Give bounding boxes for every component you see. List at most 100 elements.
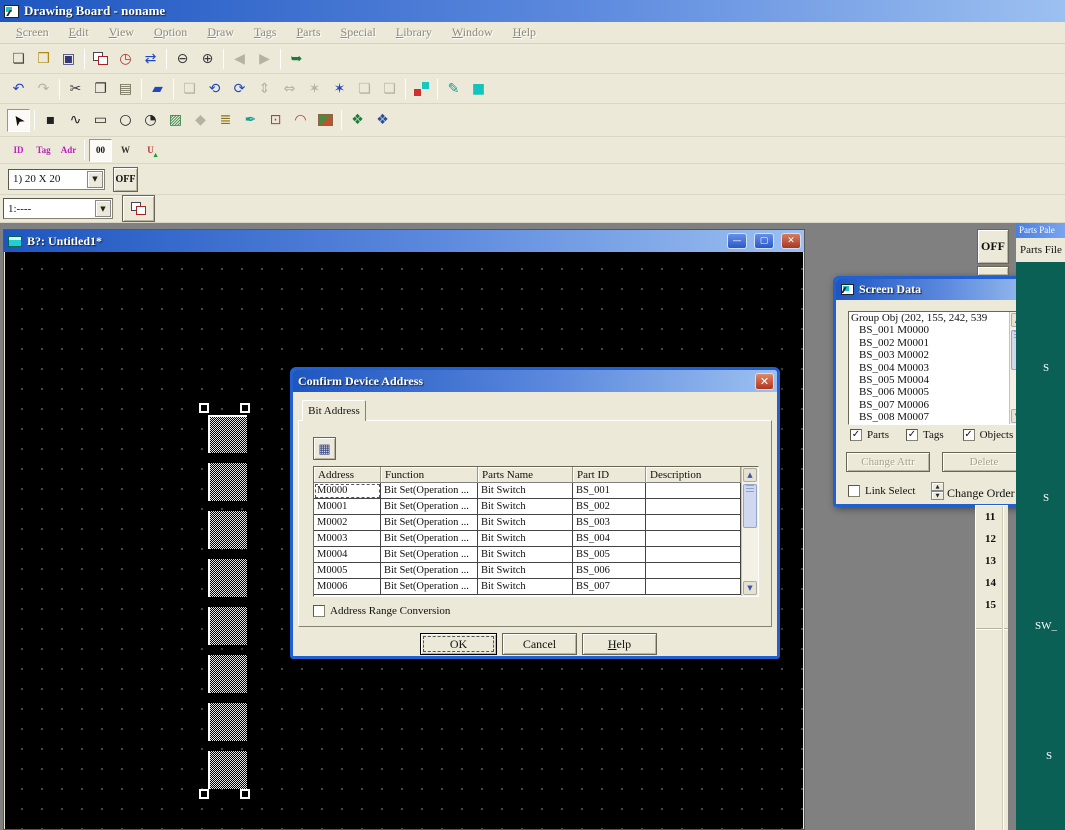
bit-switch-part[interactable] bbox=[208, 511, 247, 549]
rotate-right-icon[interactable]: ⟳ bbox=[228, 77, 251, 100]
parts-palette-titlebar[interactable]: Parts Pale bbox=[1016, 223, 1065, 238]
cell-function[interactable]: Bit Set(Operation ... bbox=[381, 547, 478, 563]
scale-icon[interactable]: ≣ bbox=[214, 109, 237, 132]
transfer-icon[interactable]: ⇄ bbox=[139, 47, 162, 70]
table-row[interactable]: M0001Bit Set(Operation ...Bit SwitchBS_0… bbox=[314, 499, 758, 515]
bit-switch-part[interactable] bbox=[208, 607, 247, 645]
cell-description[interactable] bbox=[646, 531, 741, 547]
grid-size-select[interactable]: 1) 20 X 20 ▼ bbox=[8, 169, 105, 190]
menu-option[interactable]: Option bbox=[144, 23, 197, 42]
screen-data-item[interactable]: BS_003 M0002 bbox=[849, 349, 1025, 361]
spin-down-icon[interactable]: ▼ bbox=[931, 491, 944, 500]
window-mark-icon[interactable]: W bbox=[114, 139, 137, 162]
flip-vertical-icon[interactable]: ⇕ bbox=[253, 77, 276, 100]
filter-objects[interactable]: ✓Objects bbox=[963, 429, 1014, 441]
menu-special[interactable]: Special bbox=[331, 23, 386, 42]
tab-bit-address[interactable]: Bit Address bbox=[302, 400, 366, 421]
screen-data-item[interactable]: BS_001 M0000 bbox=[849, 324, 1025, 336]
snap-icon[interactable] bbox=[410, 77, 433, 100]
alarm-clock-icon[interactable]: ◷ bbox=[114, 47, 137, 70]
dot-icon[interactable]: ▪ bbox=[39, 109, 62, 132]
adr-badge-icon[interactable]: Adr bbox=[57, 139, 80, 162]
shrink-icon[interactable]: ✶ bbox=[303, 77, 326, 100]
pie-icon[interactable]: ◔ bbox=[139, 109, 162, 132]
bit-switch-part[interactable] bbox=[208, 703, 247, 741]
cell-part_id[interactable]: BS_001 bbox=[573, 483, 646, 499]
bit-switch-part[interactable] bbox=[208, 463, 247, 501]
cell-address[interactable]: M0006 bbox=[314, 579, 381, 595]
part-place-icon[interactable]: ⊡ bbox=[264, 109, 287, 132]
column-header-description[interactable]: Description bbox=[646, 467, 741, 483]
paste-icon[interactable]: ▤ bbox=[114, 77, 137, 100]
screen-data-item[interactable]: BS_002 M0001 bbox=[849, 337, 1025, 349]
filter-parts[interactable]: ✓Parts bbox=[850, 429, 889, 441]
redo-icon[interactable]: ↷ bbox=[32, 77, 55, 100]
save-icon[interactable]: ▣ bbox=[57, 47, 80, 70]
close-icon[interactable]: ✕ bbox=[755, 373, 774, 390]
polyline-icon[interactable]: ∿ bbox=[64, 109, 87, 132]
draw-check-icon[interactable]: ✎ bbox=[442, 77, 465, 100]
menu-view[interactable]: View bbox=[99, 23, 144, 42]
cell-description[interactable] bbox=[646, 499, 741, 515]
new-icon[interactable]: ❏ bbox=[7, 47, 30, 70]
cell-function[interactable]: Bit Set(Operation ... bbox=[381, 531, 478, 547]
checkbox-tags[interactable]: ✓ bbox=[906, 429, 918, 441]
eraser-icon[interactable]: ▰ bbox=[146, 77, 169, 100]
bit-switch-part[interactable] bbox=[208, 751, 247, 789]
cell-description[interactable] bbox=[646, 579, 741, 595]
cell-parts_name[interactable]: Bit Switch bbox=[478, 483, 573, 499]
expand-icon[interactable]: ✶ bbox=[328, 77, 351, 100]
cell-part_id[interactable]: BS_003 bbox=[573, 515, 646, 531]
table-row[interactable]: M0004Bit Set(Operation ...Bit SwitchBS_0… bbox=[314, 547, 758, 563]
up-mark-icon[interactable]: U▲ bbox=[139, 139, 162, 162]
cell-description[interactable] bbox=[646, 483, 741, 499]
link-select-option[interactable]: Link Select bbox=[848, 485, 915, 497]
keypad-button[interactable]: ▦ bbox=[313, 437, 336, 460]
cell-description[interactable] bbox=[646, 563, 741, 579]
screen-data-list[interactable]: Group Obj (202, 155, 242, 539BS_001 M000… bbox=[848, 311, 1026, 425]
screen-select[interactable]: 1:---- ▼ bbox=[3, 198, 113, 219]
scroll-down-icon[interactable]: ▼ bbox=[743, 581, 757, 595]
rotate-left-icon[interactable]: ⟲ bbox=[203, 77, 226, 100]
parts-palette-preview[interactable]: S S SW_ S bbox=[1016, 262, 1065, 830]
change-attr-button[interactable]: Change Attr bbox=[846, 452, 930, 472]
menu-screen[interactable]: Screen bbox=[6, 23, 59, 42]
arc-icon[interactable]: ◠ bbox=[289, 109, 312, 132]
cell-parts_name[interactable]: Bit Switch bbox=[478, 499, 573, 515]
table-row[interactable]: M0005Bit Set(Operation ...Bit SwitchBS_0… bbox=[314, 563, 758, 579]
filter-tags[interactable]: ✓Tags bbox=[906, 429, 944, 441]
dialog-titlebar[interactable]: Confirm Device Address ✕ bbox=[293, 370, 777, 392]
library-3d-2-icon[interactable]: ❖ bbox=[371, 109, 394, 132]
menu-tags[interactable]: Tags bbox=[244, 23, 287, 42]
id-badge-icon[interactable]: ID bbox=[7, 139, 30, 162]
minimize-button[interactable]: — bbox=[727, 233, 747, 249]
column-header-function[interactable]: Function bbox=[381, 467, 478, 483]
ellipse-icon[interactable]: ○ bbox=[114, 109, 137, 132]
bit-switch-part[interactable] bbox=[208, 559, 247, 597]
cell-parts_name[interactable]: Bit Switch bbox=[478, 563, 573, 579]
selection-handle-bottom-right[interactable] bbox=[240, 789, 250, 799]
cancel-button[interactable]: Cancel bbox=[502, 633, 577, 655]
undo-icon[interactable]: ↶ bbox=[7, 77, 30, 100]
selection-handle-top-right[interactable] bbox=[240, 403, 250, 413]
zoom-out-icon[interactable]: ⊖ bbox=[171, 47, 194, 70]
menu-help[interactable]: Help bbox=[503, 23, 546, 42]
table-row[interactable]: M0003Bit Set(Operation ...Bit SwitchBS_0… bbox=[314, 531, 758, 547]
cell-part_id[interactable]: BS_004 bbox=[573, 531, 646, 547]
screen-data-item[interactable]: Group Obj (202, 155, 242, 539 bbox=[849, 312, 1025, 324]
drawing-window-titlebar[interactable]: B?: Untitled1* — ▢ ✕ bbox=[4, 230, 804, 252]
slot-15[interactable]: 15 bbox=[976, 594, 1008, 616]
duplicate-icon[interactable]: ❏ bbox=[178, 77, 201, 100]
rectangle-icon[interactable]: ▭ bbox=[89, 109, 112, 132]
fill-icon[interactable]: ▨ bbox=[164, 109, 187, 132]
slot-11[interactable]: 11 bbox=[976, 506, 1008, 528]
selection-handle-bottom-left[interactable] bbox=[199, 789, 209, 799]
zoom-in-icon[interactable]: ⊕ bbox=[196, 47, 219, 70]
checkbox-parts[interactable]: ✓ bbox=[850, 429, 862, 441]
menu-parts[interactable]: Parts bbox=[286, 23, 330, 42]
link-select-checkbox[interactable] bbox=[848, 485, 860, 497]
screen-list-button[interactable] bbox=[122, 195, 155, 222]
spin-up-icon[interactable]: ▲ bbox=[931, 482, 944, 491]
change-order-spinner[interactable]: ▲ ▼ bbox=[931, 482, 944, 500]
bit-switch-part[interactable] bbox=[208, 415, 247, 453]
